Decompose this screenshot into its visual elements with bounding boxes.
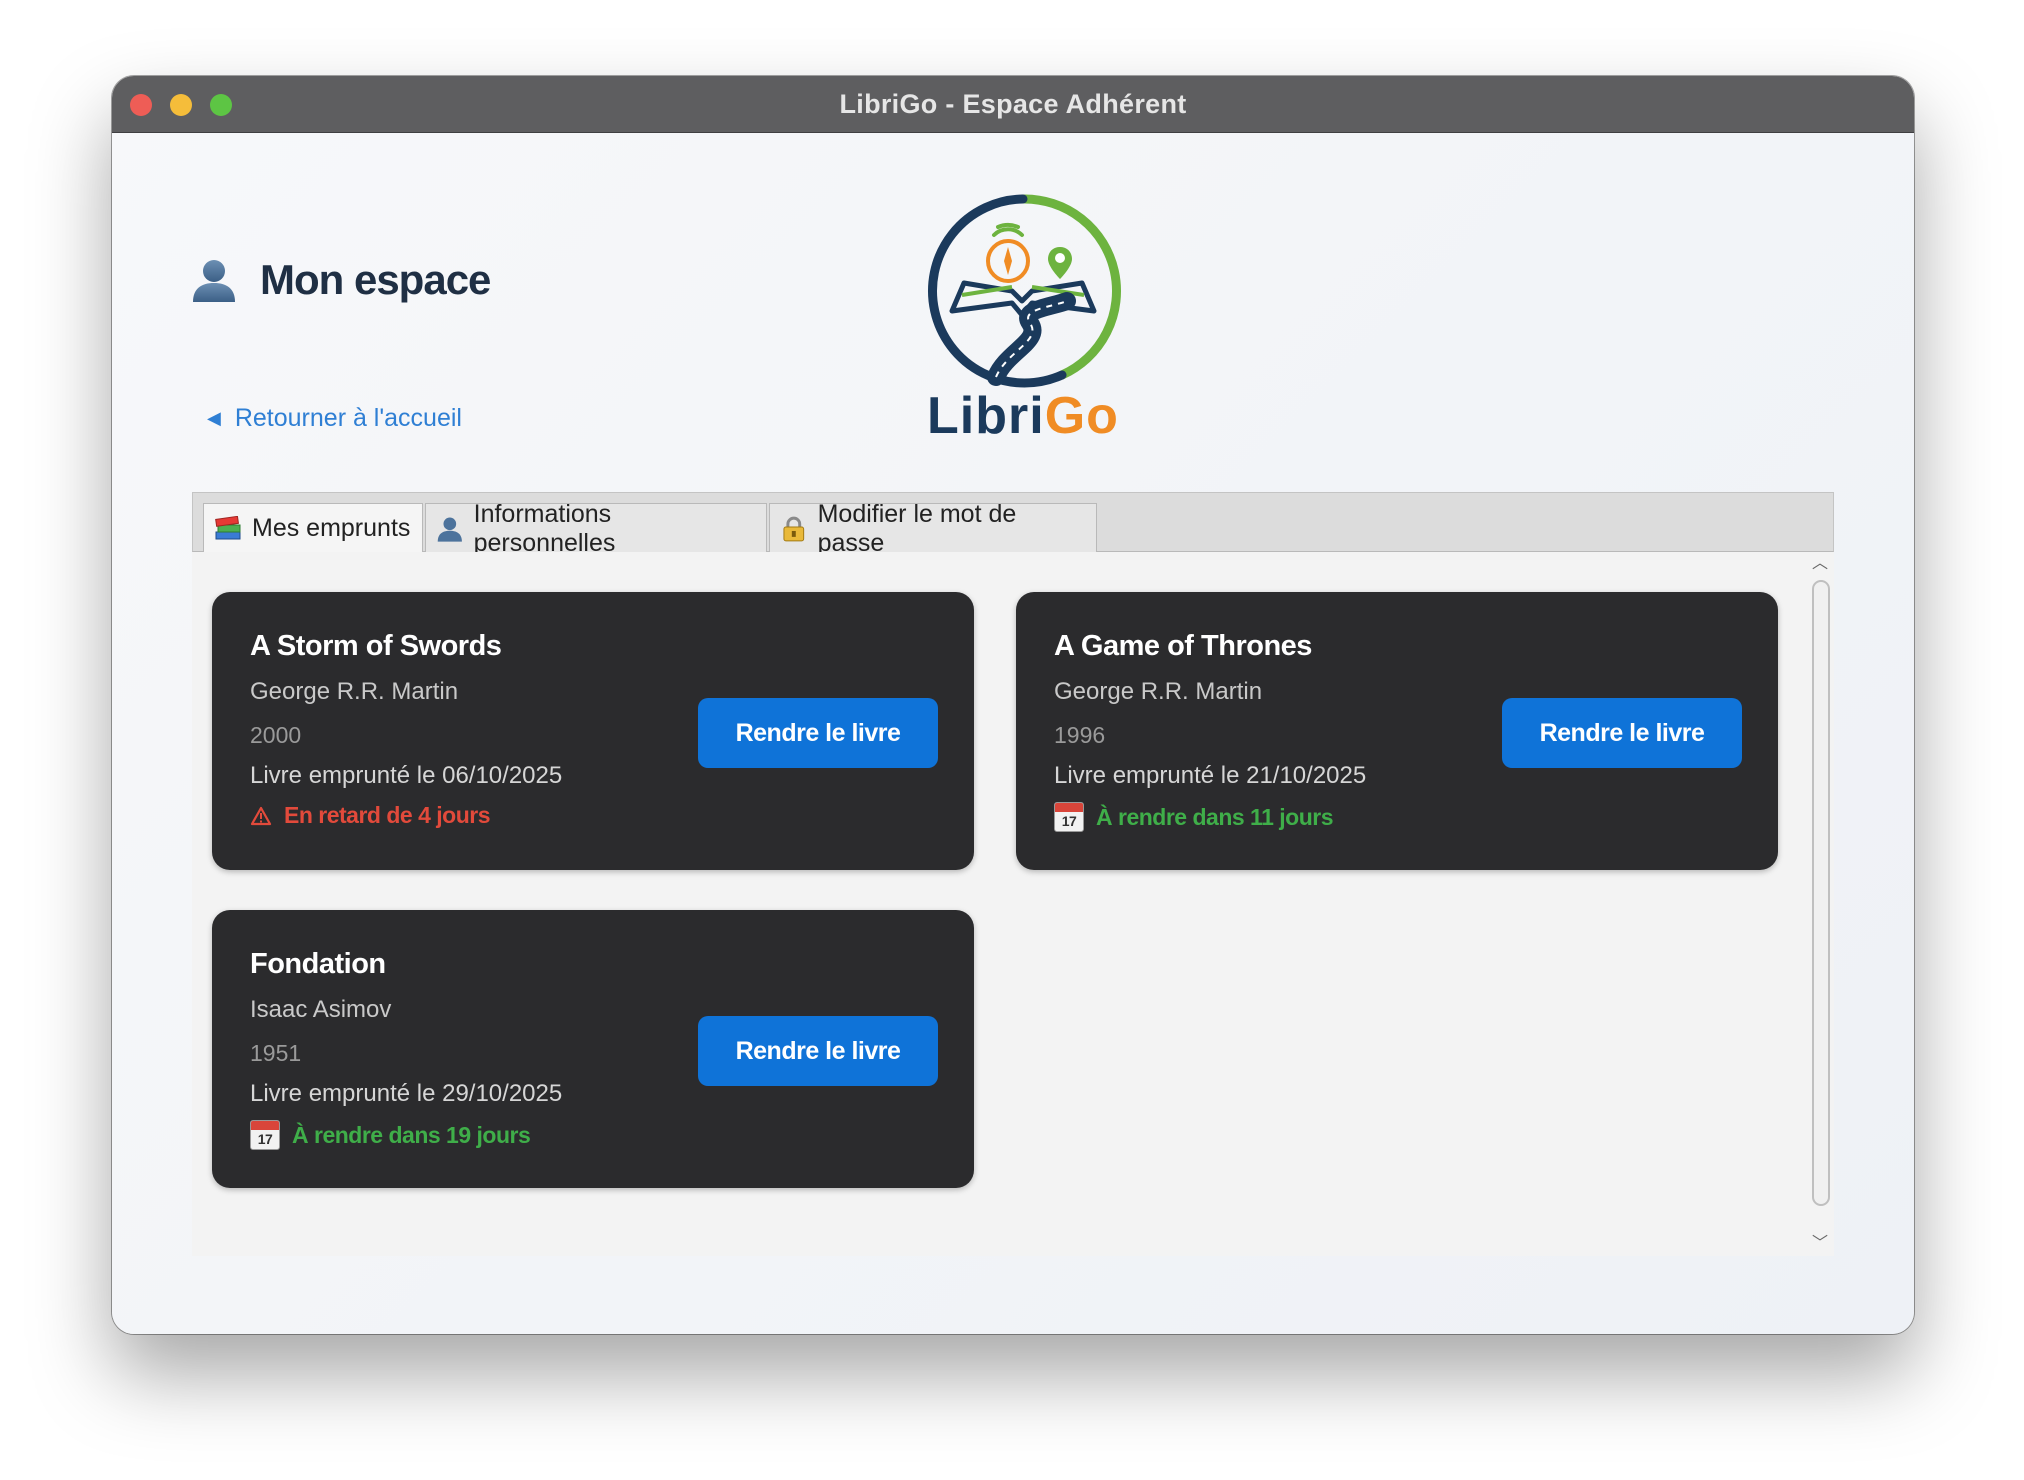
maximize-window-button[interactable] bbox=[210, 94, 232, 116]
loan-status-text: À rendre dans 11 jours bbox=[1096, 803, 1333, 830]
calendar-icon: 17 bbox=[250, 1120, 280, 1150]
user-icon bbox=[437, 516, 462, 542]
window-title: LibriGo - Espace Adhérent bbox=[839, 88, 1187, 119]
tab-label: Mes emprunts bbox=[252, 514, 411, 542]
back-arrow-icon: ◀ bbox=[207, 408, 221, 428]
tab-strip: Mes emprunts Informations personnelles M… bbox=[192, 492, 1834, 557]
book-title: Fondation bbox=[250, 948, 386, 980]
return-book-button[interactable]: Rendre le livre bbox=[698, 1016, 938, 1086]
loan-card: A Game of Thrones George R.R. Martin 199… bbox=[1016, 592, 1778, 870]
book-year: 1996 bbox=[1054, 722, 1106, 748]
return-book-button[interactable]: Rendre le livre bbox=[1502, 698, 1742, 768]
logo-wordmark: LibriGo bbox=[912, 386, 1134, 446]
loan-status: 17 À rendre dans 19 jours bbox=[250, 1120, 531, 1150]
minimize-window-button[interactable] bbox=[170, 94, 192, 116]
loans-list[interactable]: A Storm of Swords George R.R. Martin 200… bbox=[192, 552, 1834, 1256]
loan-status-text: En retard de 4 jours bbox=[284, 802, 491, 828]
borrow-date: Livre emprunté le 21/10/2025 bbox=[1054, 762, 1367, 789]
page-title: Mon espace bbox=[260, 256, 491, 303]
tab-mes-emprunts[interactable]: Mes emprunts bbox=[203, 503, 423, 553]
tab-panel: Mes emprunts Informations personnelles M… bbox=[192, 492, 1834, 1256]
book-title: A Storm of Swords bbox=[250, 630, 502, 662]
borrow-date: Livre emprunté le 06/10/2025 bbox=[250, 762, 563, 789]
app-window: LibriGo - Espace Adhérent Mon espace ◀ R… bbox=[112, 76, 1914, 1334]
logo-emblem-icon bbox=[928, 194, 1121, 388]
scroll-down-icon[interactable]: ﹀ bbox=[1806, 1232, 1834, 1256]
tab-label: Modifier le mot de passe bbox=[817, 499, 1017, 557]
close-window-button[interactable] bbox=[130, 94, 152, 116]
vertical-scrollbar[interactable]: ︿ ﹀ bbox=[1806, 552, 1834, 1256]
back-link-label: Retourner à l'accueil bbox=[234, 404, 462, 432]
user-icon bbox=[193, 260, 235, 302]
scroll-up-icon[interactable]: ︿ bbox=[1806, 552, 1834, 576]
tab-informations-personnelles[interactable]: Informations personnelles bbox=[425, 500, 767, 557]
logo-text-go: Go bbox=[1044, 387, 1119, 445]
book-author: Isaac Asimov bbox=[250, 996, 392, 1023]
book-title: A Game of Thrones bbox=[1054, 630, 1312, 662]
window-controls bbox=[130, 94, 232, 116]
book-year: 1951 bbox=[250, 1040, 302, 1066]
borrow-date: Livre emprunté le 29/10/2025 bbox=[250, 1080, 563, 1107]
loan-card: Fondation Isaac Asimov 1951 Livre emprun… bbox=[212, 910, 974, 1188]
back-to-home-link[interactable]: ◀ Retourner à l'accueil bbox=[207, 404, 462, 433]
title-bar: LibriGo - Espace Adhérent bbox=[112, 76, 1914, 133]
warning-icon bbox=[250, 806, 272, 825]
loan-status-text: À rendre dans 19 jours bbox=[292, 1121, 531, 1148]
return-book-button[interactable]: Rendre le livre bbox=[698, 698, 938, 768]
librigo-logo: LibriGo bbox=[912, 191, 1134, 451]
books-icon bbox=[215, 515, 241, 539]
page-header: Mon espace bbox=[190, 256, 491, 304]
logo-text-libri: Libri bbox=[927, 387, 1045, 445]
loan-card: A Storm of Swords George R.R. Martin 200… bbox=[212, 592, 974, 870]
book-author: George R.R. Martin bbox=[1054, 678, 1263, 705]
tab-label: Informations personnelles bbox=[473, 499, 616, 557]
scrollbar-thumb[interactable] bbox=[1812, 580, 1830, 1206]
tab-modifier-mot-de-passe[interactable]: Modifier le mot de passe bbox=[769, 500, 1097, 557]
calendar-icon: 17 bbox=[1054, 802, 1084, 832]
book-year: 2000 bbox=[250, 722, 302, 748]
lock-icon bbox=[783, 516, 805, 541]
loan-status: En retard de 4 jours bbox=[250, 802, 491, 829]
book-author: George R.R. Martin bbox=[250, 678, 459, 705]
loan-status: 17 À rendre dans 11 jours bbox=[1054, 802, 1333, 832]
